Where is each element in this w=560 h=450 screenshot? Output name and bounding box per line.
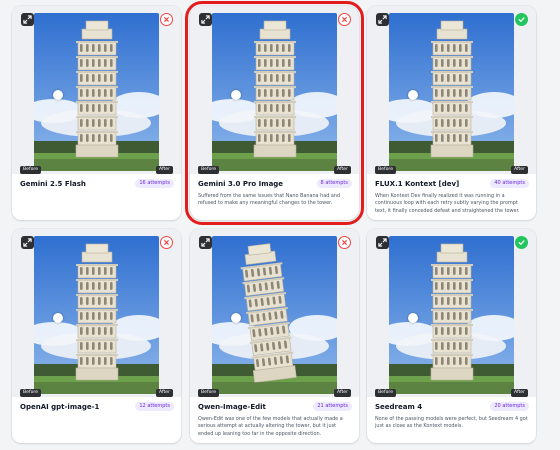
model-card[interactable]: Before After Qwen-Image-Edit 21 attempts… [190,229,359,443]
after-label: After [155,389,173,397]
after-label: After [155,166,173,174]
model-description: Suffered from the same issues that Nano … [198,193,341,207]
model-description: Qwen-Edit was one of the few models that… [198,416,343,437]
slider-handle[interactable] [231,313,241,323]
slider-handle[interactable] [408,313,418,323]
slider-handle[interactable] [408,90,418,100]
model-card[interactable]: Before After OpenAI gpt-image-1 12 attem… [12,229,181,443]
x-circle-icon [160,236,173,249]
after-label: After [333,389,351,397]
expand-icon[interactable] [199,236,212,249]
model-name: Seedream 4 [375,403,423,411]
before-label: Before [375,389,397,397]
slider-handle[interactable] [53,313,63,323]
attempts-badge: 12 attempts [135,402,174,411]
model-card[interactable]: Before After Seedream 4 20 attempts None… [367,229,536,443]
before-label: Before [20,166,42,174]
model-card[interactable]: Before After Gemini 2.5 Flash 16 attempt… [12,6,181,220]
model-name: Gemini 2.5 Flash [20,180,86,188]
model-description: When Kontext Dev finally realized it was… [375,193,520,214]
check-circle-icon [515,13,528,26]
expand-icon[interactable] [199,13,212,26]
comparison-slider[interactable]: Before After [12,6,181,174]
expand-icon[interactable] [21,236,34,249]
model-name: Gemini 3.0 Pro Image [198,180,284,188]
after-label: After [510,166,528,174]
before-label: Before [198,389,220,397]
before-label: Before [198,166,220,174]
slider-handle[interactable] [231,90,241,100]
x-circle-icon [338,13,351,26]
comparison-slider[interactable]: Before After [367,6,536,174]
model-description: None of the passing models were perfect,… [375,416,528,430]
after-label: After [510,389,528,397]
model-results-grid: Before After Gemini 2.5 Flash 16 attempt… [0,0,560,450]
before-label: Before [20,389,42,397]
x-circle-icon [160,13,173,26]
expand-icon[interactable] [21,13,34,26]
after-label: After [333,166,351,174]
expand-icon[interactable] [376,236,389,249]
model-name: Qwen-Image-Edit [198,403,266,411]
attempts-badge: 8 attempts [316,179,352,188]
attempts-badge: 21 attempts [313,402,352,411]
model-card[interactable]: Before After Gemini 3.0 Pro Image 8 atte… [185,1,364,225]
comparison-slider[interactable]: Before After [190,229,359,397]
slider-handle[interactable] [53,90,63,100]
comparison-slider[interactable]: Before After [12,229,181,397]
model-name: FLUX.1 Kontext [dev] [375,180,460,188]
comparison-slider[interactable]: Before After [190,6,359,174]
x-circle-icon [338,236,351,249]
attempts-badge: 40 attempts [490,179,529,188]
attempts-badge: 20 attempts [490,402,529,411]
check-circle-icon [515,236,528,249]
expand-icon[interactable] [376,13,389,26]
model-card[interactable]: Before After FLUX.1 Kontext [dev] 40 att… [367,6,536,220]
comparison-slider[interactable]: Before After [367,229,536,397]
before-label: Before [375,166,397,174]
attempts-badge: 16 attempts [135,179,174,188]
model-name: OpenAI gpt-image-1 [20,403,100,411]
